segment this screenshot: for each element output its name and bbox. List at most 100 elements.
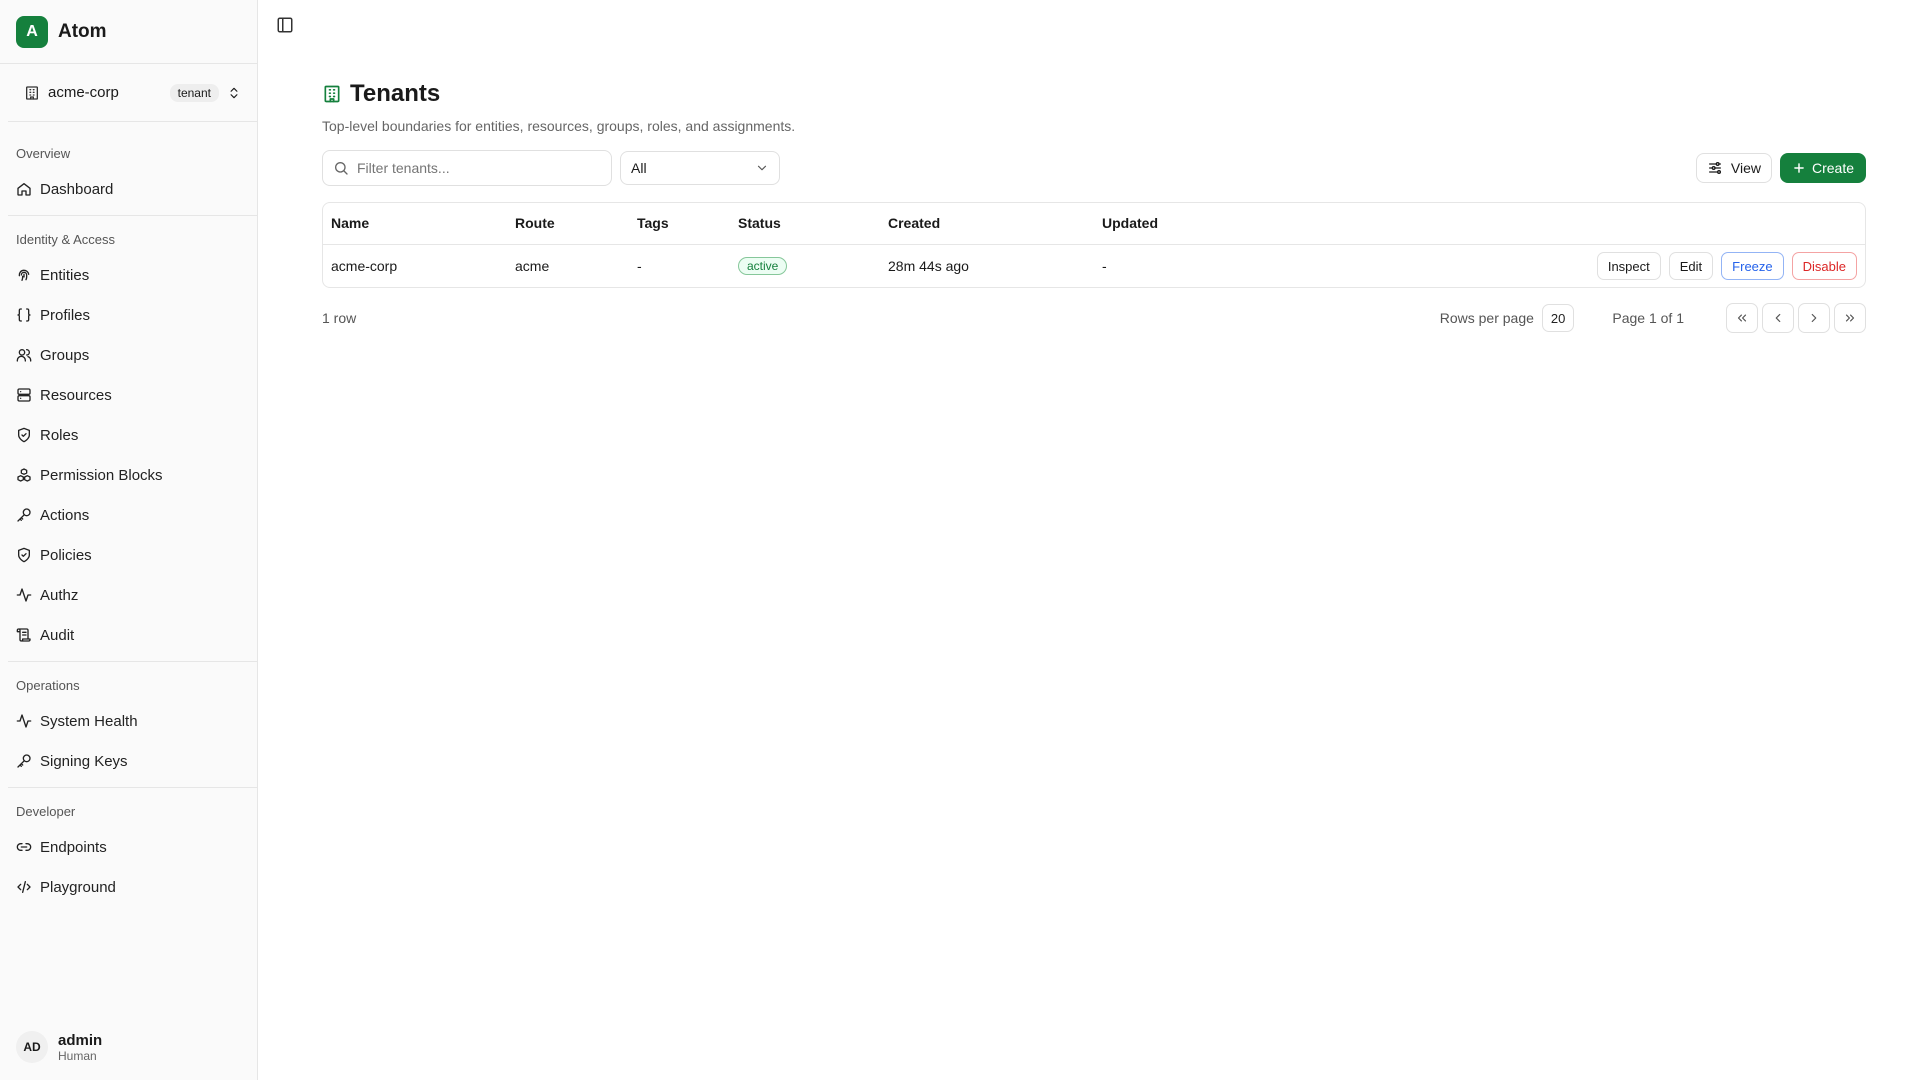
- shield-icon: [18, 427, 30, 443]
- link-icon: [16, 843, 32, 851]
- tenant-name: acme-corp: [48, 84, 119, 101]
- sidebar-item-system-health[interactable]: System Health: [8, 701, 257, 741]
- page-description: Top-level boundaries for entities, resou…: [322, 118, 796, 134]
- last-page-button[interactable]: [1834, 303, 1866, 333]
- code-icon: [17, 881, 31, 893]
- shield-check-icon: [18, 547, 30, 563]
- column-header-name[interactable]: Name: [323, 203, 507, 245]
- avatar: AD: [16, 1031, 48, 1063]
- sidebar-item-groups[interactable]: Groups: [8, 335, 257, 375]
- chevron-left-icon: [1775, 313, 1781, 323]
- nav-section-title: Identity & Access: [16, 232, 115, 247]
- sidebar-item-label: Signing Keys: [40, 752, 128, 770]
- table-header: Name Route Tags Status Created Updated: [323, 203, 1865, 245]
- user-menu[interactable]: AD admin Human: [0, 1014, 257, 1080]
- sliders-icon: [1708, 162, 1721, 174]
- search-box[interactable]: [322, 150, 612, 186]
- create-button[interactable]: Create: [1779, 153, 1866, 183]
- column-header-actions: [1314, 203, 1865, 245]
- fingerprint-icon: [18, 269, 30, 281]
- freeze-button[interactable]: Freeze: [1721, 252, 1784, 281]
- create-button-label: Create: [1811, 160, 1854, 176]
- sidebar-item-playground[interactable]: Playground: [8, 867, 257, 907]
- sidebar-item-label: Authz: [40, 586, 79, 604]
- sidebar-item-profiles[interactable]: Profiles: [8, 295, 257, 335]
- cell-created: 28m 44s ago: [888, 258, 969, 275]
- sidebar-item-policies[interactable]: Policies: [8, 535, 257, 575]
- nav-section-developer: Developer Endpoints Playground: [8, 788, 257, 913]
- brand-logo: A: [16, 15, 48, 48]
- table-footer: 1 row Rows per page 20 Page 1 of 1: [322, 302, 1866, 334]
- app: A Atom acme-corp tenant Overview Dashboa…: [0, 0, 1920, 1080]
- table-row[interactable]: acme-corp acme - active 28m 44s ago - In…: [323, 244, 1865, 288]
- column-header-tags[interactable]: Tags: [629, 203, 730, 245]
- next-page-button[interactable]: [1798, 303, 1830, 333]
- column-header-status[interactable]: Status: [730, 203, 880, 245]
- cell-status: active: [730, 244, 880, 288]
- sidebar-item-label: Resources: [40, 386, 112, 404]
- sidebar-item-audit[interactable]: Audit: [8, 615, 257, 655]
- status-filter-value: All: [631, 160, 647, 176]
- sidebar-item-resources[interactable]: Resources: [8, 375, 257, 415]
- view-button-label: View: [1730, 160, 1761, 176]
- chevrons-right-icon: [1845, 314, 1855, 322]
- disable-button[interactable]: Disable: [1791, 252, 1857, 281]
- search-icon: [335, 162, 348, 175]
- header-row: Name Route Tags Status Created Updated: [323, 203, 1865, 245]
- sidebar-item-label: System Health: [40, 712, 138, 730]
- server-icon: [17, 388, 31, 402]
- sidebar-item-label: Entities: [40, 266, 90, 284]
- sidebar-item-permission-blocks[interactable]: Permission Blocks: [8, 455, 257, 495]
- brand[interactable]: A Atom: [0, 0, 257, 64]
- sidebar-item-roles[interactable]: Roles: [8, 415, 257, 455]
- nav-section-identity: Identity & Access Entities Profiles Grou…: [8, 216, 257, 662]
- rows-per-page-select[interactable]: 20: [1541, 304, 1575, 332]
- home-icon: [17, 183, 31, 196]
- sidebar-item-label: Roles: [40, 426, 79, 444]
- status-filter-select[interactable]: All: [620, 151, 780, 185]
- first-page-button[interactable]: [1726, 303, 1758, 333]
- search-input[interactable]: [357, 160, 597, 176]
- plus-icon: [1794, 163, 1804, 173]
- edit-button[interactable]: Edit: [1668, 252, 1714, 281]
- activity-icon: [16, 588, 32, 602]
- page-header: Tenants: [322, 80, 1866, 108]
- table-toolbar: All View Create: [322, 150, 1866, 186]
- boxes-icon: [17, 468, 31, 482]
- building-icon: [26, 85, 38, 100]
- sidebar-item-entities[interactable]: Entities: [8, 255, 257, 295]
- sidebar-toggle-icon[interactable]: [276, 16, 294, 34]
- chevron-right-icon: [1811, 313, 1817, 323]
- view-button[interactable]: View: [1695, 153, 1772, 183]
- page-title: Tenants: [350, 80, 441, 107]
- sidebar-item-signing-keys[interactable]: Signing Keys: [8, 741, 257, 781]
- column-header-updated[interactable]: Updated: [1094, 203, 1314, 245]
- sidebar-item-endpoints[interactable]: Endpoints: [8, 827, 257, 867]
- rows-per-page-label: Rows per page: [1439, 310, 1534, 326]
- sidebar-item-label: Audit: [40, 626, 75, 644]
- tenant-switcher[interactable]: acme-corp tenant: [8, 64, 257, 122]
- cell-name: acme-corp: [331, 258, 398, 275]
- sidebar-item-authz[interactable]: Authz: [8, 575, 257, 615]
- column-header-route[interactable]: Route: [507, 203, 629, 245]
- tenant-badge: tenant: [169, 83, 219, 102]
- key-icon: [17, 508, 31, 522]
- user-role: Human: [58, 1048, 97, 1063]
- row-actions: Inspect Edit Freeze Disable: [1322, 252, 1857, 281]
- inspect-button[interactable]: Inspect: [1596, 252, 1661, 281]
- sidebar-item-label: Policies: [40, 546, 92, 564]
- sidebar-item-label: Permission Blocks: [40, 466, 163, 484]
- row-count: 1 row: [322, 310, 357, 326]
- nav-section-title: Developer: [16, 804, 76, 819]
- page-content: Tenants Top-level boundaries for entitie…: [322, 80, 1866, 334]
- scroll-icon: [16, 628, 31, 642]
- cell-tags: -: [637, 258, 642, 275]
- column-header-created[interactable]: Created: [880, 203, 1094, 245]
- braces-icon: [17, 308, 31, 322]
- nav-section-operations: Operations System Health Signing Keys: [8, 662, 257, 788]
- user-name: admin: [58, 1031, 103, 1049]
- sidebar-item-dashboard[interactable]: Dashboard: [8, 169, 257, 209]
- sidebar-item-actions[interactable]: Actions: [8, 495, 257, 535]
- previous-page-button[interactable]: [1762, 303, 1794, 333]
- user-info: admin Human: [58, 1032, 102, 1063]
